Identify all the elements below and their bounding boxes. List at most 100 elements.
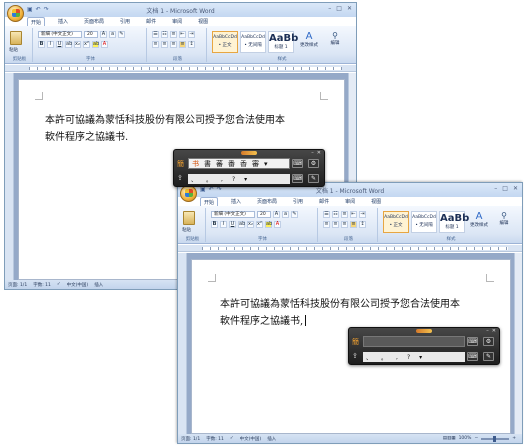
multilevel-list-icon[interactable]: ≡	[341, 211, 348, 218]
tab-page-layout[interactable]: 页面布局	[254, 197, 280, 206]
tab-page-layout[interactable]: 页面布局	[81, 17, 107, 26]
candidate[interactable]: 書	[204, 159, 211, 169]
gear-icon[interactable]: ⚙	[483, 337, 494, 346]
tab-home[interactable]: 开始	[200, 197, 219, 206]
bullets-icon[interactable]: ☰	[152, 31, 159, 38]
strikethrough-icon[interactable]: ab	[65, 41, 72, 48]
punct-key[interactable]: ?	[407, 354, 410, 361]
ime-mode[interactable]: 簡	[177, 159, 184, 169]
underline-icon[interactable]: U	[229, 221, 236, 228]
maximize-button[interactable]: □	[502, 185, 508, 192]
font-color-icon[interactable]: A	[274, 221, 281, 228]
line-spacing-icon[interactable]: ↕	[188, 41, 195, 48]
tab-view[interactable]: 视图	[368, 197, 384, 206]
word-count[interactable]: 字数: 11	[33, 282, 51, 288]
increase-indent-icon[interactable]: ⇥	[359, 211, 366, 218]
editing-button[interactable]: ⚲ 编辑	[325, 31, 345, 53]
editing-button[interactable]: ⚲ 编辑	[494, 211, 514, 233]
superscript-icon[interactable]: x²	[256, 221, 263, 228]
numbering-icon[interactable]: ☷	[332, 211, 339, 218]
insert-mode[interactable]: 插入	[267, 436, 276, 442]
decrease-indent-icon[interactable]: ⇤	[179, 31, 186, 38]
word-count[interactable]: 字数: 11	[206, 436, 224, 442]
ime-mode[interactable]: 簡	[352, 337, 359, 347]
font-name-select[interactable]: 新細 (中文正文)	[211, 211, 255, 218]
zoom-in-icon[interactable]: +	[512, 436, 516, 441]
minimize-button[interactable]: –	[328, 5, 331, 12]
keyboard-icon[interactable]: ⌨	[467, 337, 478, 346]
superscript-icon[interactable]: x²	[83, 41, 90, 48]
punct-key[interactable]: ?	[232, 176, 235, 183]
tab-mailings[interactable]: 邮件	[316, 197, 332, 206]
highlight-icon[interactable]: ab	[265, 221, 272, 228]
candidate[interactable]: 书	[192, 159, 199, 169]
paste-icon[interactable]	[183, 211, 195, 225]
style-heading-1[interactable]: AaBb 标题 1	[439, 211, 469, 233]
change-styles-button[interactable]: A 更改样式	[299, 31, 319, 53]
zoom-slider[interactable]	[481, 435, 510, 442]
subscript-icon[interactable]: x₂	[74, 41, 81, 48]
minimize-button[interactable]: –	[494, 185, 497, 192]
bold-icon[interactable]: B	[38, 41, 45, 48]
align-right-icon[interactable]: ≡	[341, 221, 348, 228]
font-name-select[interactable]: 新細 (中文正文)	[38, 31, 82, 38]
subscript-icon[interactable]: x₂	[247, 221, 254, 228]
candidate[interactable]: 香	[240, 159, 247, 169]
paste-icon[interactable]	[10, 31, 22, 45]
increase-indent-icon[interactable]: ⇥	[188, 31, 195, 38]
ime-minimize-button[interactable]: –	[311, 150, 314, 156]
justify-icon[interactable]: ≡	[350, 221, 357, 228]
style-normal[interactable]: AaBbCcDd • 正文	[383, 211, 409, 233]
office-button[interactable]	[180, 185, 197, 202]
punct-key[interactable]: 、	[366, 353, 372, 362]
keyboard-icon[interactable]: ⌨	[292, 159, 303, 168]
ime-close-button[interactable]: ✕	[317, 150, 321, 156]
language-indicator[interactable]: 中文(中国)	[240, 436, 262, 442]
bullets-icon[interactable]: ☰	[323, 211, 330, 218]
style-no-spacing[interactable]: AaBbCcDd • 无间隔	[411, 211, 437, 233]
shrink-font-icon[interactable]: a	[109, 31, 116, 38]
punct-key[interactable]: ,	[396, 354, 398, 361]
candidate[interactable]: 番	[228, 159, 235, 169]
close-button[interactable]: ✕	[513, 185, 518, 192]
align-center-icon[interactable]: ≡	[332, 221, 339, 228]
close-button[interactable]: ✕	[347, 5, 352, 12]
office-button[interactable]	[7, 5, 24, 22]
ime-title[interactable]: – ✕	[349, 328, 499, 334]
punct-key[interactable]: 、	[191, 175, 197, 184]
tab-review[interactable]: 审阅	[169, 17, 185, 26]
language-indicator[interactable]: 中文(中国)	[67, 282, 89, 288]
tab-insert[interactable]: 插入	[228, 197, 244, 206]
multilevel-list-icon[interactable]: ≡	[170, 31, 177, 38]
style-no-spacing[interactable]: AaBbCcDd • 无间隔	[240, 31, 266, 53]
proofing-icon[interactable]: ✓	[57, 282, 61, 287]
numbering-icon[interactable]: ☷	[161, 31, 168, 38]
underline-icon[interactable]: U	[56, 41, 63, 48]
punct-key[interactable]: 。	[206, 175, 212, 184]
style-normal[interactable]: AaBbCcDd • 正文	[212, 31, 238, 53]
italic-icon[interactable]: I	[47, 41, 54, 48]
tab-home[interactable]: 开始	[27, 17, 46, 26]
zoom-level[interactable]: 100%	[459, 436, 472, 441]
horizontal-ruler[interactable]	[178, 245, 522, 252]
ime-candidate-bar-empty[interactable]	[363, 336, 465, 347]
strikethrough-icon[interactable]: ab	[238, 221, 245, 228]
tab-references[interactable]: 引用	[117, 17, 133, 26]
align-right-icon[interactable]: ≡	[170, 41, 177, 48]
tab-insert[interactable]: 插入	[55, 17, 71, 26]
ime-close-button[interactable]: ✕	[492, 328, 496, 334]
zoom-out-icon[interactable]: −	[474, 436, 478, 441]
gear-icon[interactable]: ⚙	[308, 159, 319, 168]
change-styles-button[interactable]: A 更改样式	[469, 211, 489, 233]
vertical-ruler[interactable]	[5, 73, 14, 280]
justify-icon[interactable]: ≡	[179, 41, 186, 48]
grow-font-icon[interactable]: A	[100, 31, 107, 38]
tab-review[interactable]: 审阅	[342, 197, 358, 206]
keyboard-icon[interactable]: ⌨	[467, 352, 478, 361]
tab-view[interactable]: 视图	[195, 17, 211, 26]
ime-title[interactable]: – ✕	[174, 150, 324, 156]
document-text[interactable]: 本許可協議為蒙恬科技股份有限公司授予您合法使用本 軟件程序之協議书,	[220, 296, 460, 330]
tab-mailings[interactable]: 邮件	[143, 17, 159, 26]
punct-key[interactable]: 。	[381, 353, 387, 362]
horizontal-ruler[interactable]	[5, 65, 356, 72]
